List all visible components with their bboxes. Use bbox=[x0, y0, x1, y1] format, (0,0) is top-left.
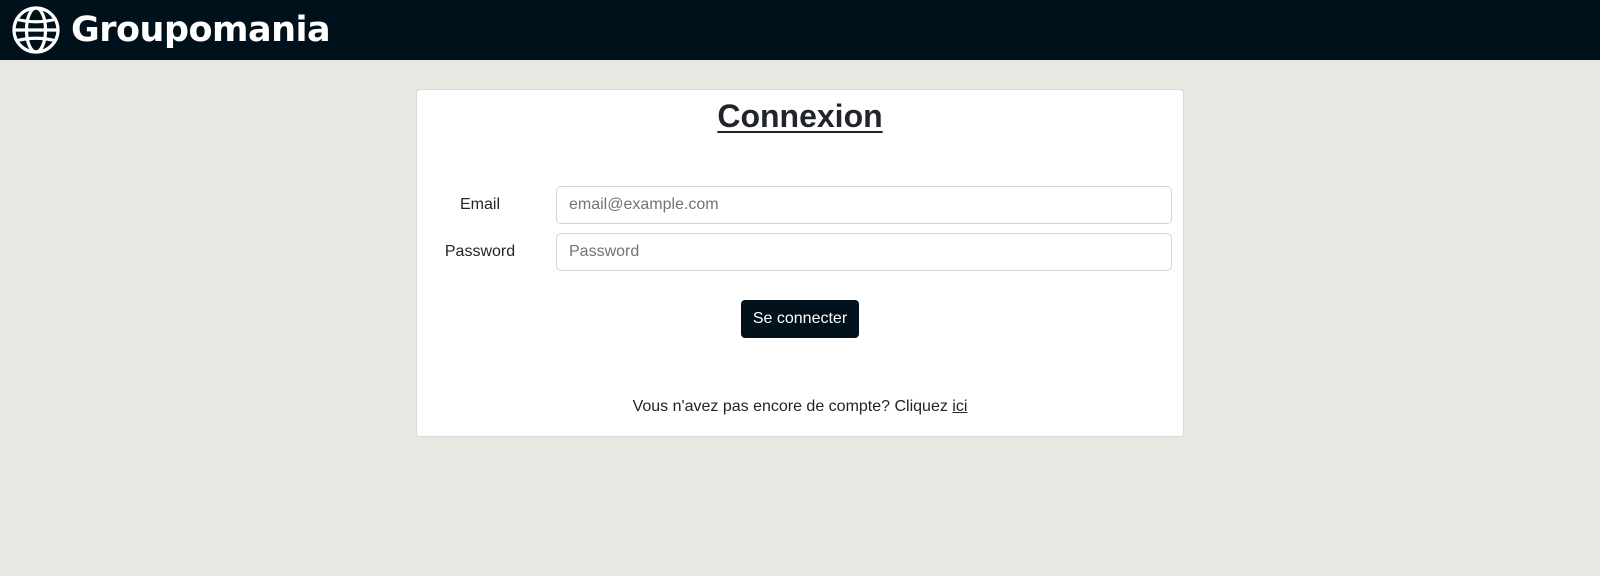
signup-prompt-text: Vous n'avez pas encore de compte? Clique… bbox=[632, 398, 953, 415]
globe-icon bbox=[11, 5, 61, 55]
top-navbar: Groupomania bbox=[0, 0, 1600, 60]
brand-name: Groupomania bbox=[71, 10, 331, 50]
login-button[interactable]: Se connecter bbox=[741, 300, 859, 338]
email-label: Email bbox=[459, 196, 500, 213]
signup-prompt: Vous n'avez pas encore de compte? Clique… bbox=[416, 398, 1184, 416]
page-title: Connexion bbox=[717, 98, 883, 134]
email-field[interactable] bbox=[556, 186, 1172, 224]
brand-link[interactable]: Groupomania bbox=[0, 0, 331, 60]
password-field[interactable] bbox=[556, 233, 1172, 271]
password-label: Password bbox=[444, 243, 516, 260]
signup-link[interactable]: ici bbox=[952, 398, 967, 415]
